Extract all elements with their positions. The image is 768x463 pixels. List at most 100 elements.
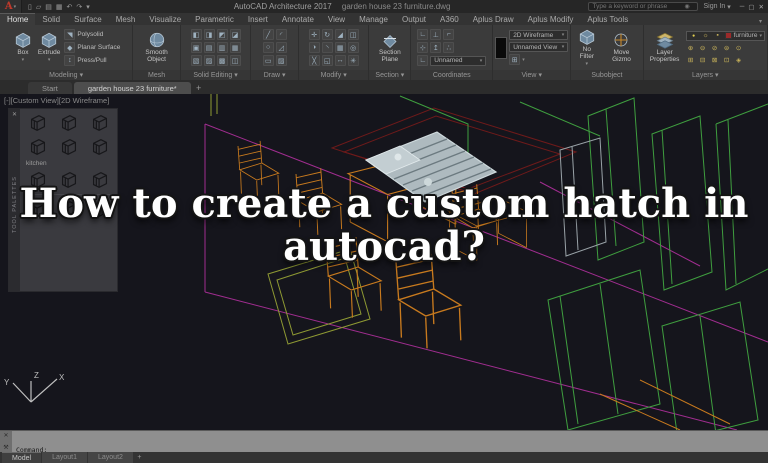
tab-model[interactable]: Model [2,452,42,463]
fillet-edge-icon[interactable]: ▣ [190,42,202,53]
ribbon-minimize-button[interactable]: ▾ [759,18,768,25]
viewport-controls[interactable]: [-][Custom View][2D Wireframe] [4,96,109,105]
application-menu-button[interactable]: A ▾ [0,0,22,13]
restore-button[interactable]: ▢ [748,3,754,11]
check-icon[interactable]: ▨ [203,55,215,66]
furniture-block-icon[interactable] [26,112,50,134]
polyline-icon[interactable]: ◿ [275,42,287,53]
box-button[interactable]: Box ▾ [12,31,34,63]
viewport-config-icon[interactable]: ⊞ [509,54,521,65]
ucs-origin-icon[interactable]: ⊹ [417,42,429,53]
layer-thaw-icon[interactable]: ⊡ [722,55,732,65]
no-filter-button[interactable]: No Filter ▾ [573,28,600,67]
visual-style-preview[interactable] [495,36,508,59]
search-input[interactable] [592,3,685,10]
array-icon[interactable]: ▦ [334,42,346,53]
drawing-area[interactable]: Y Z X [-][Custom View][2D Wireframe] ✕ T… [0,94,768,430]
minimize-button[interactable]: ─ [740,3,745,11]
tab-layout2[interactable]: Layout2 [88,452,133,463]
redo-icon[interactable]: ↷ [76,3,82,11]
tab-home[interactable]: Home [0,13,36,25]
layer-dropdown[interactable]: ● ☼ ▪ furniture ▾ [685,30,765,41]
layer-lock-tool-icon[interactable]: ◈ [734,55,744,65]
search-icon[interactable]: ◉ [684,3,689,10]
help-search-box[interactable]: ◉ [588,2,699,11]
ucs-previous-icon[interactable]: ⌐ [443,29,455,40]
extract-edges-icon[interactable]: ▥ [216,42,228,53]
taper-faces-icon[interactable]: ▤ [203,42,215,53]
palette-close-icon[interactable]: ✕ [12,111,17,118]
panel-label-modeling[interactable]: Modeling ▾ [0,70,133,80]
new-file-icon[interactable]: ▯ [28,3,32,11]
extrude-button[interactable]: Extrude ▾ [36,31,62,63]
planar-surface-button[interactable]: ◆ Planar Surface [64,42,120,53]
qat-customize-icon[interactable]: ▾ [86,3,90,11]
trim-icon[interactable]: ◢ [334,29,346,40]
subtract-icon[interactable]: ◨ [203,29,215,40]
tab-annotate[interactable]: Annotate [275,13,321,25]
layer-copy-icon[interactable]: ⊟ [698,55,708,65]
panel-label-mesh[interactable]: Mesh [133,70,180,80]
panel-label-layers[interactable]: Layers ▾ [643,70,767,80]
panel-label-draw[interactable]: Draw ▾ [251,70,298,80]
tab-visualize[interactable]: Visualize [142,13,188,25]
panel-label-coordinates[interactable]: Coordinates [411,70,493,80]
save-icon[interactable]: ▤ [45,3,52,11]
command-customize-icon[interactable]: ⚒ [3,444,8,451]
explode-icon[interactable]: ✳ [347,55,359,66]
intersect-icon[interactable]: ◩ [216,29,228,40]
visual-style-dropdown[interactable]: 2D Wireframe ▾ [509,30,569,40]
fillet-icon[interactable]: ◝ [321,42,333,53]
command-panel-grip[interactable]: ✕ ⚒ [0,431,12,452]
ucs-world-icon[interactable]: ∟ [417,29,429,40]
layer-off-icon[interactable]: ⊘ [710,43,720,53]
tab-surface[interactable]: Surface [67,13,109,25]
plot-icon[interactable]: ▦ [56,3,63,11]
ucs-z-axis-icon[interactable]: ↥ [430,42,442,53]
tab-a360[interactable]: A360 [433,13,466,25]
circle-icon[interactable]: ○ [262,42,274,53]
rotate-icon[interactable]: ↻ [321,29,333,40]
panel-label-view[interactable]: View ▾ [493,70,571,80]
close-button[interactable]: ✕ [759,3,764,11]
command-close-icon[interactable]: ✕ [3,432,8,439]
arc-icon[interactable]: ◜ [275,29,287,40]
offset-icon[interactable]: ◎ [347,42,359,53]
tab-insert[interactable]: Insert [241,13,275,25]
layer-unisolate-icon[interactable]: ⊖ [698,43,708,53]
tab-aplus-tools[interactable]: Aplus Tools [580,13,635,25]
union-icon[interactable]: ◧ [190,29,202,40]
new-layout-button[interactable]: + [134,452,145,463]
layer-isolate-icon[interactable]: ⊕ [686,43,696,53]
undo-icon[interactable]: ↶ [67,3,73,11]
named-view-dropdown[interactable]: Unnamed View ▾ [509,42,569,52]
tab-layout1[interactable]: Layout1 [42,452,87,463]
file-tab-start[interactable]: Start [28,82,72,94]
shell-icon[interactable]: ▦ [229,42,241,53]
layer-freeze-tool-icon[interactable]: ⊜ [722,43,732,53]
furniture-block-icon[interactable] [57,112,81,134]
file-tab-document[interactable]: garden house 23 furniture* [73,82,191,94]
tab-output[interactable]: Output [395,13,433,25]
open-file-icon[interactable]: ▱ [36,3,41,11]
mirror-icon[interactable]: ◑ [308,42,320,53]
layer-match-icon[interactable]: ⊙ [734,43,744,53]
tab-aplus-modify[interactable]: Aplus Modify [521,13,581,25]
layer-walk-icon[interactable]: ⊠ [710,55,720,65]
furniture-block-icon[interactable] [88,136,112,158]
slice-icon[interactable]: ◪ [229,29,241,40]
panel-label-subobject[interactable]: Subobject [571,70,643,80]
panel-label-section[interactable]: Section ▾ [369,70,411,80]
ucs-icon[interactable]: ⊥ [430,29,442,40]
smooth-object-button[interactable]: Smooth Object [135,31,178,64]
furniture-block-icon[interactable] [88,112,112,134]
new-drawing-button[interactable]: + [193,82,205,94]
hatch-icon[interactable]: ▨ [275,55,287,66]
polysolid-button[interactable]: ◥ Polysolid [64,29,120,40]
rectangle-icon[interactable]: ▭ [262,55,274,66]
copy-icon[interactable]: ◫ [347,29,359,40]
panel-label-modify[interactable]: Modify ▾ [298,70,369,80]
imprint-icon[interactable]: ▩ [216,55,228,66]
furniture-block-icon[interactable] [26,136,50,158]
scale-icon[interactable]: ◱ [321,55,333,66]
